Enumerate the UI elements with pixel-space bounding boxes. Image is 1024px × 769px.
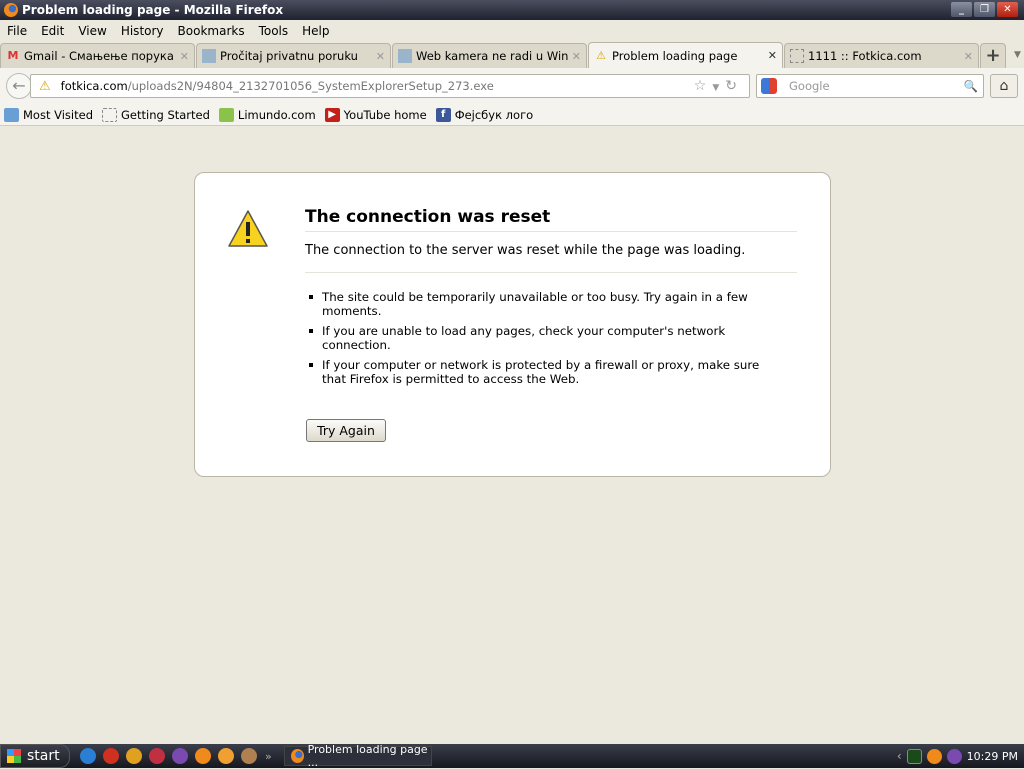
bookmark-facebook[interactable]: f Фејсбук лого [435, 107, 533, 122]
error-suggestions: The site could be temporarily unavailabl… [305, 290, 765, 392]
title-bar: Problem loading page - Mozilla Firefox _… [0, 0, 1024, 20]
facebook-icon: f [435, 107, 451, 122]
menu-bar: File Edit View History Bookmarks Tools H… [0, 20, 1024, 42]
chevron-right-icon[interactable]: » [265, 750, 272, 763]
close-tab-icon[interactable]: ✕ [964, 50, 973, 63]
bookmarks-toolbar: Most Visited Getting Started Limundo.com… [0, 104, 1024, 126]
error-title: The connection was reset [305, 207, 797, 232]
url-path: /uploads2N/94804_2132701056_SystemExplor… [127, 79, 494, 93]
tab-list-chevron-icon[interactable]: ▼ [1014, 50, 1021, 60]
app-icon[interactable] [218, 748, 234, 764]
close-tab-icon[interactable]: ✕ [180, 50, 189, 63]
task-manager-icon[interactable] [906, 748, 922, 764]
menu-tools[interactable]: Tools [259, 24, 289, 38]
tab-web-kamera[interactable]: Web kamera ne radi u Windo...✕ [392, 43, 587, 68]
search-box[interactable]: Google 🔍 [756, 74, 984, 98]
site-icon [202, 49, 216, 63]
limundo-icon [218, 107, 234, 122]
blank-page-icon [102, 107, 117, 122]
list-item: The site could be temporarily unavailabl… [305, 290, 765, 318]
app-icon[interactable] [946, 748, 962, 764]
windows-logo-icon [7, 749, 21, 763]
chevron-left-icon[interactable]: ‹ [897, 749, 902, 763]
app-icon[interactable] [149, 748, 165, 764]
menu-view[interactable]: View [78, 24, 106, 38]
warning-icon: ⚠ [596, 48, 606, 62]
app-icon[interactable] [172, 748, 188, 764]
menu-edit[interactable]: Edit [41, 24, 64, 38]
window-title: Problem loading page - Mozilla Firefox [22, 3, 284, 17]
back-button[interactable]: ← [6, 73, 32, 99]
firefox-icon [290, 749, 304, 763]
tab-strip: MGmail - Смањење порука - а...✕ Pročitaj… [0, 42, 1024, 68]
clock: 10:29 PM [966, 749, 1018, 763]
close-tab-icon[interactable]: ✕ [572, 50, 581, 63]
navigation-bar: ← ⚠ fotkica.com/uploads2N/94804_21327010… [0, 68, 1024, 104]
search-input[interactable]: Google [789, 79, 830, 93]
gmail-icon: M [7, 49, 19, 62]
menu-file[interactable]: File [7, 24, 27, 38]
menu-history[interactable]: History [121, 24, 164, 38]
app-icon[interactable] [126, 748, 142, 764]
system-tray: ‹ 10:29 PM [897, 744, 1024, 768]
menu-help[interactable]: Help [302, 24, 329, 38]
app-icon[interactable] [241, 748, 257, 764]
folder-icon [4, 107, 19, 122]
bookmark-star-icon[interactable]: ☆ [694, 78, 713, 94]
menu-bookmarks[interactable]: Bookmarks [178, 24, 245, 38]
warning-icon: ⚠ [39, 78, 51, 94]
firefox-icon[interactable] [195, 748, 211, 764]
start-button[interactable]: start [0, 744, 70, 768]
list-item: If you are unable to load any pages, che… [305, 324, 765, 352]
restore-button[interactable]: ❐ [974, 2, 995, 17]
new-tab-button[interactable]: + [980, 43, 1006, 68]
page-content: The connection was reset The connection … [0, 127, 1024, 744]
ie-icon[interactable] [80, 748, 96, 764]
tab-problem-loading[interactable]: ⚠ Problem loading page ✕ [588, 42, 783, 68]
bookmark-limundo[interactable]: Limundo.com [218, 107, 316, 122]
warning-icon [228, 210, 268, 247]
url-bar[interactable]: ⚠ fotkica.com/uploads2N/94804_2132701056… [30, 74, 750, 98]
firefox-icon [4, 3, 18, 17]
google-icon[interactable] [761, 78, 777, 94]
blank-page-icon [790, 49, 804, 63]
list-item: If your computer or network is protected… [305, 358, 765, 386]
url-domain: fotkica.com [60, 79, 128, 93]
minimize-button[interactable]: _ [951, 2, 972, 17]
site-icon [398, 49, 412, 63]
close-button[interactable]: ✕ [997, 2, 1018, 17]
app-icon[interactable] [103, 748, 119, 764]
bookmark-youtube[interactable]: ▶ YouTube home [324, 107, 427, 122]
try-again-button[interactable]: Try Again [306, 419, 386, 442]
youtube-icon: ▶ [324, 107, 340, 122]
taskbar: start » Problem loading page ... ‹ 10:29… [0, 743, 1024, 769]
error-description: The connection to the server was reset w… [305, 243, 797, 273]
close-tab-icon[interactable]: ✕ [376, 50, 385, 63]
taskbar-item-firefox[interactable]: Problem loading page ... [283, 743, 432, 769]
bookmark-most-visited[interactable]: Most Visited [4, 107, 93, 122]
home-button[interactable]: ⌂ [990, 74, 1018, 98]
tab-fotkica[interactable]: 1111 :: Fotkica.com ✕ [784, 43, 979, 68]
history-dropdown-icon[interactable]: ▼ [712, 83, 725, 93]
tab-procitaj[interactable]: Pročitaj privatnu poruku ✕ [196, 43, 391, 68]
reload-icon[interactable]: ↻ [725, 78, 743, 94]
tab-gmail[interactable]: MGmail - Смањење порука - а...✕ [0, 43, 195, 68]
quick-launch [80, 748, 257, 764]
search-icon[interactable]: 🔍 [964, 79, 978, 93]
error-box: The connection was reset The connection … [194, 172, 831, 477]
close-tab-icon[interactable]: ✕ [768, 49, 777, 62]
bookmark-getting-started[interactable]: Getting Started [102, 107, 210, 122]
app-icon[interactable] [926, 748, 942, 764]
